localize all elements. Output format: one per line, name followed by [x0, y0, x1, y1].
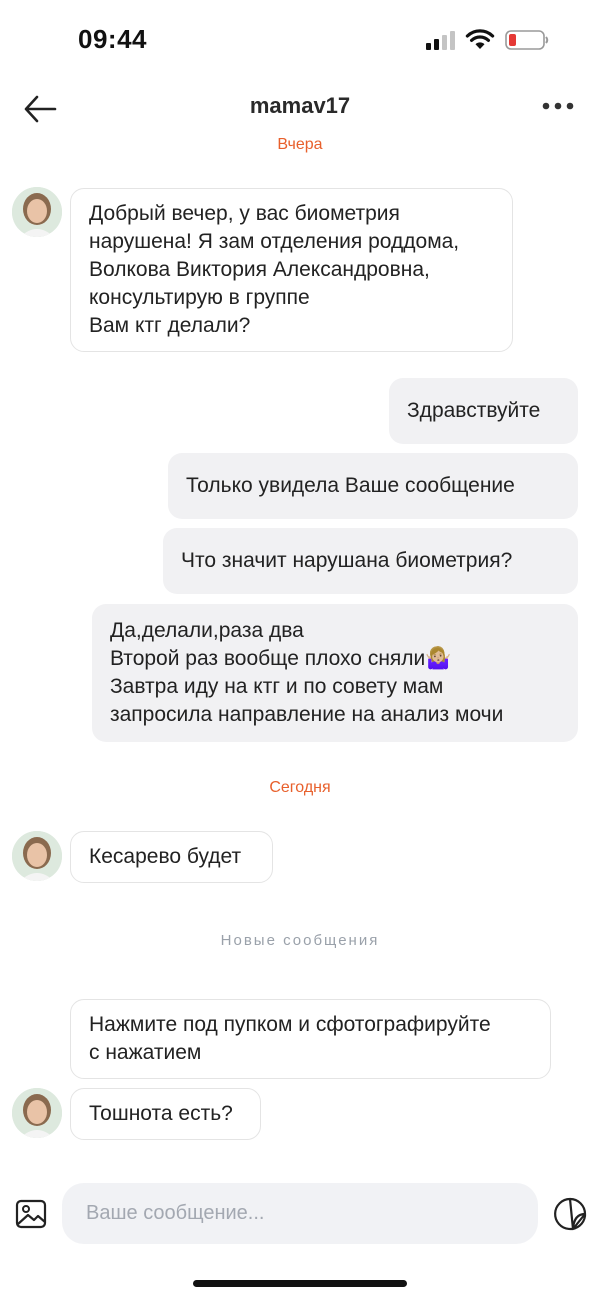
home-indicator[interactable] [193, 1280, 407, 1287]
message-bubble-outgoing[interactable]: Только увидела Ваше сообщение [168, 453, 578, 519]
message-input[interactable] [84, 1201, 516, 1226]
cellular-signal-icon [426, 31, 455, 50]
chat-title[interactable]: mamav17 [0, 93, 600, 119]
message-bubble-outgoing[interactable]: Что значит нарушана биометрия? [163, 528, 578, 594]
image-icon[interactable] [14, 1197, 48, 1231]
avatar[interactable] [12, 187, 62, 237]
more-options-button[interactable] [538, 96, 578, 116]
message-bubble-incoming[interactable]: Тошнота есть? [70, 1088, 261, 1140]
message-bubble-outgoing[interactable]: Здравствуйте [389, 378, 578, 444]
user-avatar-icon [12, 831, 62, 881]
message-bubble-outgoing[interactable]: Да,делали,раза два Второй раз вообще пло… [92, 604, 578, 742]
user-avatar-icon [12, 1088, 62, 1138]
avatar[interactable] [12, 831, 62, 881]
message-bubble-incoming[interactable]: Нажмите под пупком и сфотографируйте с н… [70, 999, 551, 1079]
message-composer[interactable] [62, 1183, 538, 1244]
message-bubble-incoming[interactable]: Кесарево будет [70, 831, 273, 883]
date-separator-yesterday: Вчера [277, 136, 323, 153]
new-messages-divider: Новые сообщения [220, 932, 380, 949]
battery-icon [505, 30, 549, 50]
user-avatar-icon [12, 187, 62, 237]
avatar[interactable] [12, 1088, 62, 1138]
date-separator-today: Сегодня [269, 779, 331, 796]
sticker-icon[interactable] [552, 1196, 588, 1232]
status-time: 09:44 [78, 24, 147, 54]
message-bubble-incoming[interactable]: Добрый вечер, у вас биометрия нарушена! … [70, 188, 513, 352]
wifi-icon [465, 29, 495, 49]
